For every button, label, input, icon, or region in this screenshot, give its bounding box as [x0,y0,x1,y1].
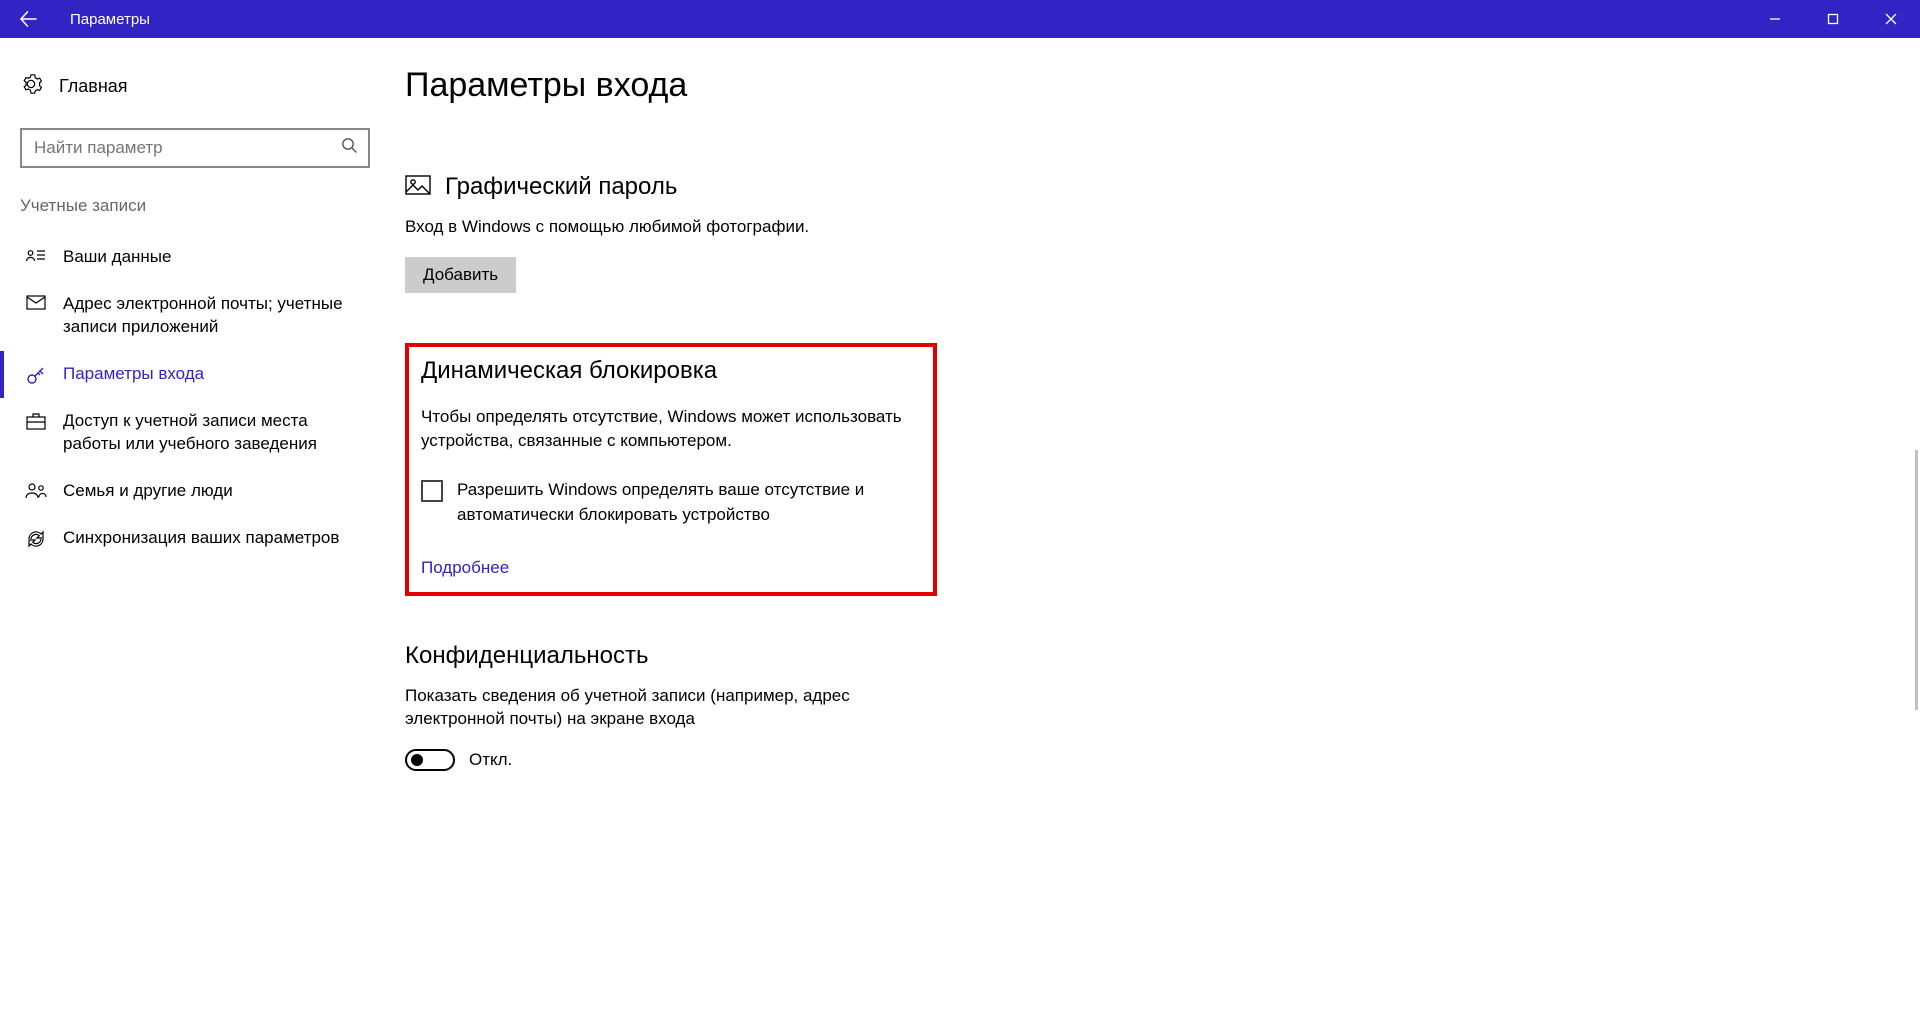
sidebar-item-label: Параметры входа [63,363,204,386]
titlebar: Параметры [0,0,1920,38]
picture-password-desc: Вход в Windows с помощью любимой фотогра… [405,215,1920,239]
privacy-desc: Показать сведения об учетной записи (нап… [405,684,885,732]
key-icon [24,363,47,385]
gear-icon [20,73,43,100]
sidebar-item-your-info[interactable]: Ваши данные [0,234,390,281]
dynamic-lock-desc: Чтобы определять отсутствие, Windows мож… [421,405,921,453]
window-controls [1746,0,1920,38]
back-button[interactable] [0,0,56,38]
sidebar-item-label: Синхронизация ваших параметров [63,527,339,550]
home-label: Главная [59,76,128,97]
dynamic-lock-learn-more-link[interactable]: Подробнее [421,558,921,578]
page-title: Параметры входа [405,66,1920,105]
toggle-knob [411,754,423,766]
scrollbar[interactable] [1915,450,1918,710]
mail-icon [24,293,47,310]
sidebar-item-label: Семья и другие люди [63,480,233,503]
dynamic-lock-section: Динамическая блокировка Чтобы определять… [405,343,937,596]
sidebar-section-label: Учетные записи [0,196,390,216]
dynamic-lock-checkbox-label: Разрешить Windows определять ваше отсутс… [457,478,907,527]
search-box[interactable] [20,128,370,168]
picture-icon [405,175,433,200]
sidebar-item-family[interactable]: Семья и другие люди [0,468,390,515]
sidebar-item-sync[interactable]: Синхронизация ваших параметров [0,515,390,562]
people-icon [24,480,47,500]
privacy-toggle[interactable] [405,749,455,771]
sidebar: Главная Учетные записи Ваши данные Адрес… [0,38,390,1018]
section-picture-password-header: Графический пароль [405,173,1920,201]
search-input[interactable] [22,130,368,166]
main-content: Параметры входа Графический пароль Вход … [390,38,1920,1018]
sidebar-item-email-accounts[interactable]: Адрес электронной почты; учетные записи … [0,281,390,351]
briefcase-icon [24,410,47,430]
sidebar-item-signin-options[interactable]: Параметры входа [0,351,390,398]
home-link[interactable]: Главная [0,66,390,106]
maximize-button[interactable] [1804,0,1862,38]
sidebar-item-label: Доступ к учетной записи места работы или… [63,410,370,456]
sidebar-item-work-school[interactable]: Доступ к учетной записи места работы или… [0,398,390,468]
minimize-button[interactable] [1746,0,1804,38]
arrow-left-icon [19,10,37,28]
sync-icon [24,527,47,549]
close-button[interactable] [1862,0,1920,38]
minimize-icon [1769,13,1781,25]
sidebar-item-label: Адрес электронной почты; учетные записи … [63,293,370,339]
dynamic-lock-checkbox-row: Разрешить Windows определять ваше отсутс… [421,478,921,527]
privacy-heading: Конфиденциальность [405,642,1920,670]
dynamic-lock-heading: Динамическая блокировка [421,357,921,385]
privacy-toggle-state: Откл. [469,750,512,770]
search-icon [341,137,358,159]
window-title: Параметры [70,11,150,28]
sidebar-item-label: Ваши данные [63,246,171,269]
close-icon [1885,13,1897,25]
maximize-icon [1827,13,1839,25]
picture-password-heading: Графический пароль [445,173,677,201]
dynamic-lock-checkbox[interactable] [421,480,443,502]
privacy-toggle-row: Откл. [405,749,1920,771]
person-card-icon [24,246,47,264]
add-picture-password-button[interactable]: Добавить [405,257,516,293]
